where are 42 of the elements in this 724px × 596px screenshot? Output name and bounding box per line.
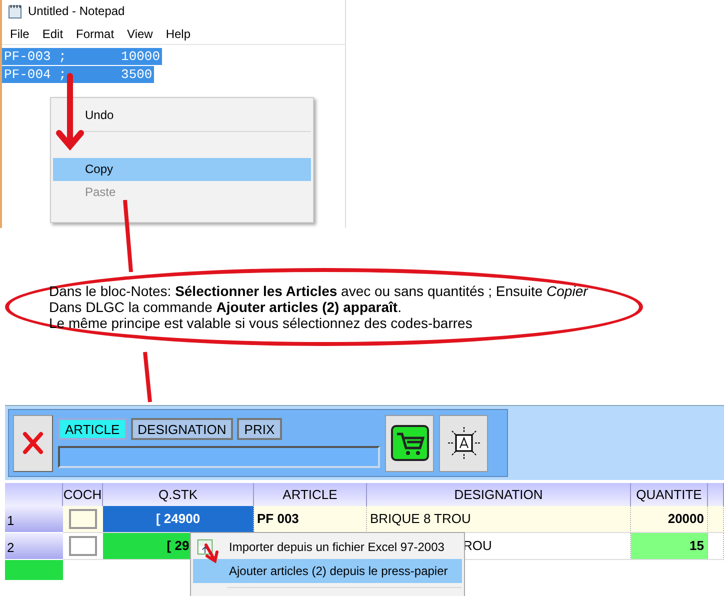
table-cell: 20000 (631, 506, 708, 533)
leader-line (143, 352, 152, 402)
column-header[interactable]: COCH (63, 483, 103, 506)
tab[interactable]: ARTICLE (58, 418, 127, 440)
tab[interactable]: DESIGNATION (130, 418, 234, 440)
note-text: Dans DLGC la commande Ajouter articles (2) apparaît. (49, 299, 402, 315)
menu-item[interactable]: View (127, 27, 153, 41)
column-header[interactable]: DESIGNATION (367, 483, 631, 506)
menu-item[interactable]: Format (76, 27, 114, 41)
table-cell: 15 (631, 533, 708, 560)
header-corner (5, 483, 63, 506)
search-field[interactable] (58, 446, 380, 468)
row-number: 2 (5, 533, 63, 560)
table-cell: [ 24900 (103, 506, 254, 533)
close-button[interactable] (13, 414, 53, 472)
window-title: Untitled - Notepad (28, 4, 125, 18)
menu-item[interactable]: Ajouter articles (2) depuis le press-papier (193, 559, 462, 583)
note-text: Dans le bloc-Notes: Sélectionner les Articles avec ou sans quantités ; Ensuite Copier (49, 283, 590, 299)
header-filler (708, 483, 724, 506)
table-cell (708, 506, 724, 533)
column-header[interactable]: ARTICLE (254, 483, 367, 506)
tab[interactable]: PRIX (237, 418, 282, 440)
status-bar-cell (5, 560, 63, 580)
notepad-icon (8, 4, 22, 18)
menu-item[interactable]: File (10, 27, 30, 41)
close-icon (22, 431, 44, 455)
table-cell: BRIQUE 8 TROU (367, 506, 631, 533)
cart-button[interactable] (385, 414, 434, 472)
menu-item[interactable]: Undo (53, 104, 311, 127)
checkbox[interactable] (69, 536, 97, 556)
row-number: 1 (5, 506, 63, 533)
lit-frame-icon (446, 425, 482, 461)
table-cell: PF 003 (254, 506, 367, 533)
checkbox[interactable] (69, 509, 97, 529)
column-header[interactable]: Q.STK (103, 483, 254, 506)
label-button[interactable] (439, 414, 488, 472)
column-header[interactable]: QUANTITE (631, 483, 708, 506)
cart-icon (390, 425, 428, 461)
menu-item[interactable]: Help (166, 27, 191, 41)
menu-item[interactable]: Edit (42, 27, 64, 41)
menu-item[interactable]: Copy (53, 158, 311, 181)
arrow (204, 544, 218, 564)
